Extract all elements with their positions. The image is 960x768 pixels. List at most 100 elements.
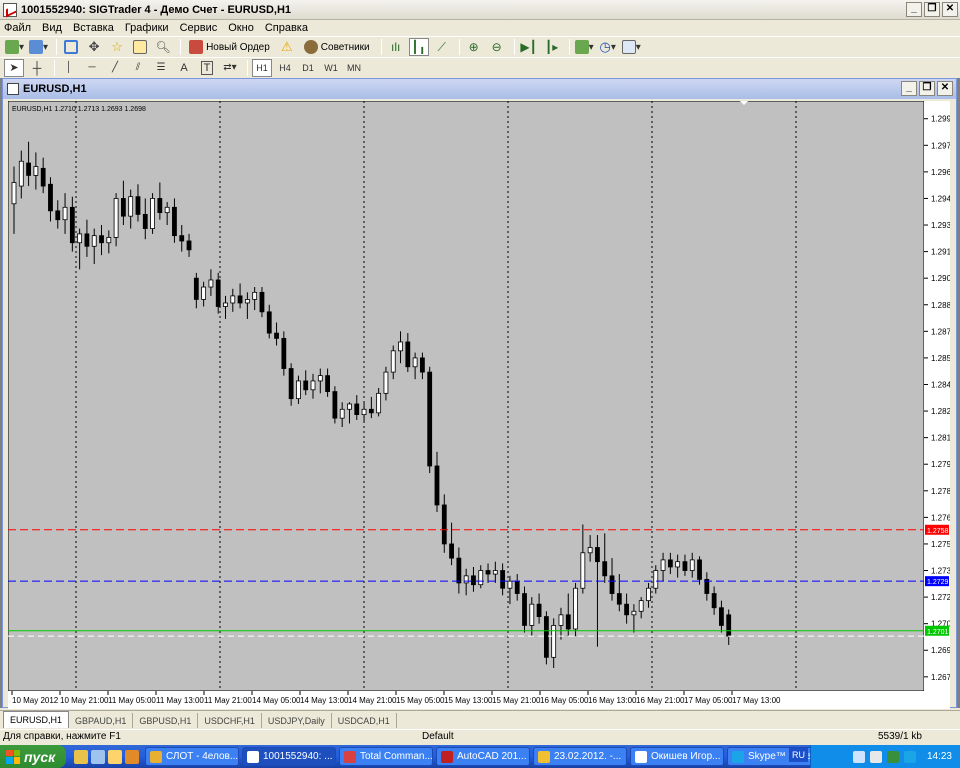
menu-help[interactable]: Справка [265,22,308,34]
new-chart-button[interactable]: ▾ [4,38,25,56]
task-total-commander[interactable]: Total Comman... [339,747,433,766]
price-chart-svg[interactable]: 1.2990 1.2975 1.2960 1.2945 1.2930 1.2915 1.29… [7,100,956,709]
task-okishev-icon [635,750,647,763]
vertical-line-tool[interactable]: │ [59,59,79,77]
zoom-out-button[interactable]: ⊖ [487,38,507,56]
line-chart-button[interactable]: ⟋ [432,38,452,56]
templates-button[interactable]: ▾ [621,38,642,56]
cursor-tool[interactable]: ➤ [4,58,24,77]
candle-body [230,295,236,304]
timeframe-d1[interactable]: D1 [298,59,318,77]
tray-skype-icon[interactable] [903,750,916,763]
crosshair-tool[interactable]: ┼ [27,59,47,77]
candles-button[interactable]: ┃╻ [408,38,429,56]
candle-body [646,587,651,602]
y-tick-label: 1.2780 [931,487,950,496]
timeframe-h1[interactable]: H1 [252,58,272,77]
chart-window-titlebar[interactable]: EURUSD,H1 _ ❐ ✕ [3,79,956,99]
candle-body [347,403,352,410]
quicklaunch-desktop-icon[interactable] [108,749,122,764]
menu-charts[interactable]: Графики [125,22,169,34]
terminal-button[interactable] [130,38,150,56]
task-trader[interactable]: 1001552940: ... [242,747,336,766]
restore-button[interactable]: ❐ [924,2,940,17]
timeframe-mn[interactable]: MN [344,59,364,77]
tray-network-icon[interactable] [852,750,865,763]
menu-view[interactable]: Вид [42,22,62,34]
task-autocad-icon [441,750,453,763]
candle-body [274,332,279,339]
quicklaunch-browser-icon[interactable] [125,749,139,764]
task-autocad[interactable]: AutoCAD 201... [436,747,530,766]
zoom-in-button[interactable]: ⊕ [464,38,484,56]
task-document[interactable]: 23.02.2012. -... [533,747,627,766]
candle-body [186,240,192,251]
y-tick-label: 1.2900 [931,274,950,283]
candle-body [463,575,469,584]
candle-body [303,380,309,391]
text-tool[interactable]: A [174,59,194,77]
channel-tool[interactable]: ⫽ [128,59,148,77]
trendline-tool[interactable]: ╱ [105,59,125,77]
arrows-tool[interactable]: ⇄▾ [220,59,240,77]
bar-chart-button[interactable]: ılı [386,38,406,56]
timeframe-w1[interactable]: W1 [321,59,341,77]
quicklaunch-notepad-icon[interactable] [91,749,105,764]
task-slot[interactable]: СЛОТ - 4елов... [145,747,239,766]
tray-antivirus-icon[interactable] [886,750,899,763]
chart-tabs: EURUSD,H1 GBPAUD,H1 GBPUSD,H1 USDCHF,H1 … [0,710,960,728]
chart-restore-button[interactable]: ❐ [919,81,935,96]
x-tick-label: 16 May 05:00 [540,696,589,705]
text-label-tool[interactable]: T [197,59,217,77]
y-tick-label: 1.2735 [931,567,950,576]
task-trader-label: 1001552940: ... [263,751,333,762]
x-tick-label: 14 May 13:00 [300,696,349,705]
tab-gbpaud-h1[interactable]: GBPAUD,H1 [69,713,134,728]
metaeditor-button[interactable]: ⚠ [277,38,297,56]
start-button[interactable]: пуск [0,745,66,768]
chart-shift-button[interactable]: ┃▸ [542,38,562,56]
candle-body [412,357,418,368]
quicklaunch-app-icon[interactable] [74,749,88,764]
price-chart[interactable]: 1.2990 1.2975 1.2960 1.2945 1.2930 1.2915 1.29… [7,100,956,709]
menu-file[interactable]: Файл [4,22,31,34]
y-tick-label: 1.2720 [931,593,950,602]
profiles-button[interactable]: ▾ [28,38,49,56]
crosshair-tool-icon: ┼ [32,60,42,75]
market-watch-button[interactable] [61,38,81,56]
tab-usdcad-h1[interactable]: USDCAD,H1 [332,713,397,728]
navigator-button[interactable]: ☆ [107,38,127,56]
tray-volume-icon[interactable] [869,750,882,763]
menu-insert[interactable]: Вставка [73,22,114,34]
task-okishev[interactable]: Окишев Игор... [630,747,724,766]
candle-body [77,233,83,244]
tab-eurusd-h1[interactable]: EURUSD,H1 [3,711,70,728]
price-level-label: 1.2701 [927,629,949,636]
indicators-button[interactable]: ▾ [574,38,595,56]
data-window-button[interactable]: ✥ [84,38,104,56]
language-indicator[interactable]: RU [789,748,808,762]
x-tick-label: 11 May 05:00 [108,696,156,705]
chart-minimize-button[interactable]: _ [901,81,917,96]
price-level-label: 1.2758 [927,528,949,535]
tab-usdchf-h1[interactable]: USDCHF,H1 [198,713,262,728]
menu-tools[interactable]: Сервис [180,22,218,34]
candle-body [449,543,454,559]
candle-body [573,587,578,630]
tab-usdjpy-daily[interactable]: USDJPY,Daily [262,713,332,728]
chart-close-button[interactable]: ✕ [937,81,953,96]
periods-button[interactable]: ◷ ▾ [598,38,618,56]
new-order-button[interactable]: Новый Ордер [185,38,274,56]
y-tick-label: 1.2675 [931,673,950,682]
tester-button[interactable]: 🔍︎ [153,38,173,56]
tab-gbpusd-h1[interactable]: GBPUSD,H1 [133,713,199,728]
horizontal-line-tool[interactable]: ─ [82,59,102,77]
menu-window[interactable]: Окно [228,22,254,34]
candle-body [368,408,374,414]
minimize-button[interactable]: _ [906,2,922,17]
timeframe-h4[interactable]: H4 [275,59,295,77]
autoscroll-button[interactable]: ▶┃ [519,38,539,56]
experts-button[interactable]: Советники [300,38,374,56]
close-button[interactable]: ✕ [942,2,958,17]
fibonacci-tool[interactable]: ☰ [151,59,171,77]
